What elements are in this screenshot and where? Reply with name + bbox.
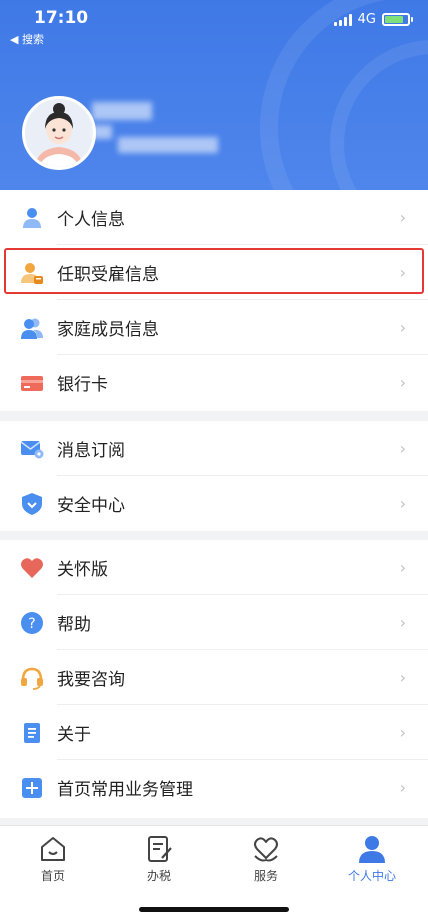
chevron-right-icon: › (399, 373, 406, 392)
headset-icon (21, 667, 43, 690)
shield-icon (22, 492, 42, 515)
menu-item-label: 任职受雇信息 (57, 265, 159, 285)
chevron-right-icon: › (399, 263, 406, 282)
menu-item-label: 我要咨询 (57, 670, 125, 690)
menu-item-label: 首页常用业务管理 (57, 780, 193, 800)
menu-item-care-mode[interactable]: 关怀版 › (0, 540, 428, 595)
tab-label: 服务 (253, 869, 278, 883)
avatar[interactable] (22, 96, 96, 170)
menu-item-label: 安全中心 (57, 496, 125, 516)
user-center-icon (359, 836, 385, 863)
obscured-name (92, 102, 152, 120)
menu-item-label: 关于 (57, 725, 91, 745)
status-time: 17:10 (34, 8, 89, 28)
status-indicators: 4G (333, 12, 413, 27)
signal-icon (333, 13, 352, 26)
tab-label: 办税 (146, 869, 171, 883)
menu-item-bank-card[interactable]: 银行卡 › (0, 355, 428, 410)
home-indicator (139, 907, 289, 912)
document-icon (24, 722, 40, 743)
chevron-right-icon: › (399, 318, 406, 337)
svg-text:?: ? (28, 616, 35, 632)
family-icon (21, 318, 43, 339)
bank-card-icon (21, 375, 43, 391)
tab-label: 首页 (40, 869, 65, 883)
mail-subscribe-icon (20, 440, 44, 458)
chevron-right-icon: › (399, 778, 406, 797)
menu-item-label: 家庭成员信息 (57, 320, 159, 340)
chevron-right-icon: › (399, 723, 406, 742)
menu-item-employment-info[interactable]: 任职受雇信息 › (0, 245, 428, 300)
obscured-info (118, 137, 218, 153)
menu-item-label: 银行卡 (57, 375, 108, 395)
menu-item-label: 消息订阅 (57, 441, 125, 461)
tax-form-icon (148, 836, 172, 862)
menu-item-message-subscribe[interactable]: 消息订阅 › (0, 421, 428, 476)
chevron-right-icon: › (399, 613, 406, 632)
menu-item-label: 个人信息 (57, 210, 125, 230)
chevron-right-icon: › (399, 668, 406, 687)
menu-group-support: 关怀版 › ? 帮助 › 我要咨询 › 关于 › 首页常用业务管理 › (0, 540, 428, 818)
profile-header: 17:10 ◀ 搜索 4G (0, 0, 428, 190)
chevron-right-icon: › (399, 439, 406, 458)
menu-item-home-business-management[interactable]: 首页常用业务管理 › (0, 760, 428, 815)
woman-avatar-icon (25, 99, 93, 167)
heart-icon (21, 557, 43, 578)
obscured-info (92, 125, 112, 139)
network-type: 4G (357, 12, 376, 27)
tab-personal-center[interactable]: 个人中心 (332, 834, 412, 884)
tab-tax[interactable]: 办税 (119, 834, 199, 884)
tab-home[interactable]: 首页 (13, 834, 93, 884)
menu-item-about[interactable]: 关于 › (0, 705, 428, 760)
menu-item-security-center[interactable]: 安全中心 › (0, 476, 428, 531)
tab-label: 个人中心 (347, 869, 396, 883)
menu-item-consult[interactable]: 我要咨询 › (0, 650, 428, 705)
chevron-right-icon: › (399, 494, 406, 513)
help-icon: ? (21, 611, 43, 634)
menu-group-personal: 个人信息 › 任职受雇信息 › 家庭成员信息 › 银行卡 › (0, 190, 428, 411)
menu-item-family-info[interactable]: 家庭成员信息 › (0, 300, 428, 355)
chevron-right-icon: › (399, 558, 406, 577)
menu-group-account: 消息订阅 › 安全中心 › (0, 421, 428, 531)
service-heart-icon (254, 837, 278, 862)
person-icon (23, 207, 41, 228)
menu-item-personal-info[interactable]: 个人信息 › (0, 190, 428, 245)
menu-item-help[interactable]: ? 帮助 › (0, 595, 428, 650)
back-to-search-link[interactable]: ◀ 搜索 (10, 31, 44, 47)
tab-service[interactable]: 服务 (226, 834, 306, 884)
menu-item-label: 帮助 (57, 615, 91, 635)
battery-icon (382, 13, 413, 26)
plus-icon (22, 777, 42, 798)
home-icon (41, 837, 65, 861)
chevron-right-icon: › (399, 208, 406, 227)
employment-icon (21, 262, 43, 284)
menu-item-label: 关怀版 (57, 560, 108, 580)
